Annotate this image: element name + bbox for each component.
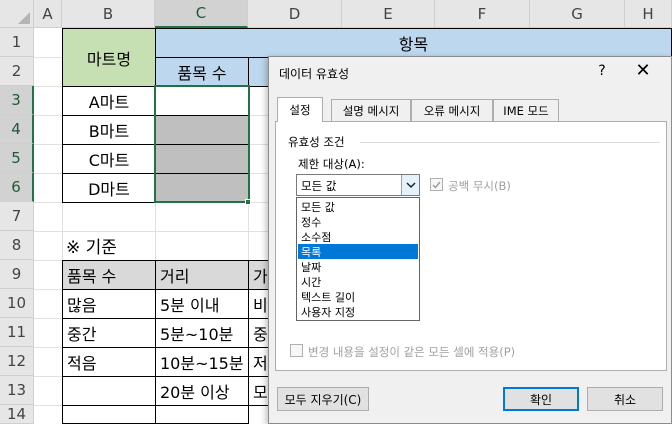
allow-select-value: 모든 값 <box>301 179 337 193</box>
criteria-header-distance[interactable]: 거리 <box>155 260 249 290</box>
item-header[interactable]: 항목 <box>155 28 672 58</box>
criteria-cell[interactable]: 중 <box>248 318 270 348</box>
criteria-cell[interactable]: 5분~10분 <box>155 318 249 348</box>
criteria-cell[interactable]: 적음 <box>62 347 156 377</box>
criteria-header-price[interactable]: 가 <box>248 260 270 290</box>
mart-cell-b[interactable]: B마트 <box>62 115 156 145</box>
ignore-blank-label: 공백 무시(B) <box>448 179 511 193</box>
row-header-3[interactable]: 3 <box>0 86 34 115</box>
row-header-10[interactable]: 10 <box>0 289 34 318</box>
row-header-4[interactable]: 4 <box>0 115 34 144</box>
criteria-title: ※ 기준 <box>66 238 117 258</box>
close-button[interactable]: ✕ <box>633 60 653 81</box>
dialog-title: 데이터 유효성 <box>279 67 350 81</box>
ignore-blank-checkbox[interactable] <box>430 178 443 191</box>
help-button[interactable]: ? <box>595 63 609 79</box>
option-date[interactable]: 날짜 <box>298 259 418 274</box>
row-header-8[interactable]: 8 <box>0 231 34 260</box>
data-validation-dialog: 데이터 유효성 ? ✕ 설정 설명 메시지 오류 메시지 IME 모드 유효성 … <box>268 56 672 424</box>
option-whole-number[interactable]: 정수 <box>298 214 418 229</box>
mart-name-header[interactable]: 마트명 <box>62 28 156 87</box>
option-any-value[interactable]: 모든 값 <box>298 199 418 214</box>
ok-button[interactable]: 확인 <box>503 387 579 411</box>
mart-cell-a[interactable]: A마트 <box>62 86 156 116</box>
criteria-cell[interactable] <box>155 405 249 424</box>
criteria-cell[interactable]: 중간 <box>62 318 156 348</box>
tab-input-message[interactable]: 설명 메시지 <box>331 99 411 121</box>
criteria-cell[interactable]: 비 <box>248 289 270 319</box>
row-header-13[interactable]: 13 <box>0 376 34 405</box>
tab-settings[interactable]: 설정 <box>277 97 323 122</box>
column-header-d[interactable]: D <box>248 0 342 28</box>
item-count-header[interactable]: 품목 수 <box>155 57 249 87</box>
row-header-12[interactable]: 12 <box>0 347 34 376</box>
apply-all-label: 변경 내용을 설정이 같은 모든 셀에 적용(P) <box>308 345 516 359</box>
column-header-g[interactable]: G <box>530 0 625 28</box>
row-header-11[interactable]: 11 <box>0 318 34 347</box>
dropdown-button[interactable] <box>401 175 419 195</box>
row-header-6[interactable]: 6 <box>0 173 34 202</box>
validation-criteria-label: 유효성 조건 <box>288 135 345 149</box>
column-header-a[interactable]: A <box>34 0 62 28</box>
group-divider <box>360 142 660 143</box>
select-all-corner[interactable] <box>0 0 34 28</box>
allow-select[interactable]: 모든 값 <box>296 174 420 196</box>
row-header-9[interactable]: 9 <box>0 260 34 289</box>
allow-options-list: 모든 값 정수 소수점 목록 날짜 시간 텍스트 길이 사용자 지정 <box>296 197 420 321</box>
close-icon: ✕ <box>635 60 651 81</box>
option-text-length[interactable]: 텍스트 길이 <box>298 289 418 304</box>
criteria-cell[interactable]: 많음 <box>62 289 156 319</box>
criteria-cell[interactable] <box>62 376 156 406</box>
row-header-7[interactable]: 7 <box>0 202 34 231</box>
option-decimal[interactable]: 소수점 <box>298 229 418 244</box>
option-time[interactable]: 시간 <box>298 274 418 289</box>
row-header-1[interactable]: 1 <box>0 28 34 57</box>
mart-cell-d[interactable]: D마트 <box>62 173 156 203</box>
criteria-cell[interactable]: 저 <box>248 347 270 377</box>
option-custom[interactable]: 사용자 지정 <box>298 304 418 319</box>
option-list[interactable]: 목록 <box>298 244 418 259</box>
selection-border <box>154 85 250 203</box>
mart-cell-c[interactable]: C마트 <box>62 144 156 174</box>
column-header-e[interactable]: E <box>342 0 435 28</box>
criteria-header-count[interactable]: 품목 수 <box>62 260 156 290</box>
row-header-5[interactable]: 5 <box>0 144 34 173</box>
row-header-14[interactable]: 14 <box>0 405 34 424</box>
cancel-button[interactable]: 취소 <box>587 387 663 411</box>
column-header-h[interactable]: H <box>625 0 672 28</box>
checkmark-icon <box>432 181 441 189</box>
criteria-cell[interactable]: 20분 이상 <box>155 376 249 406</box>
row-header-2[interactable]: 2 <box>0 57 34 86</box>
criteria-cell[interactable]: 모 <box>248 376 270 406</box>
column-header-c[interactable]: C <box>155 0 248 28</box>
tab-ime-mode[interactable]: IME 모드 <box>493 99 559 121</box>
allow-label: 제한 대상(A): <box>298 157 365 171</box>
tab-error-alert[interactable]: 오류 메시지 <box>411 99 493 121</box>
criteria-cell[interactable]: 10분~15분 <box>155 347 249 377</box>
criteria-cell[interactable] <box>62 405 156 424</box>
fill-handle[interactable] <box>245 199 251 205</box>
chevron-down-icon <box>405 181 416 188</box>
column-header-f[interactable]: F <box>435 0 530 28</box>
settings-panel: 유효성 조건 제한 대상(A): 모든 값 모든 값 정수 소수점 목록 날짜 … <box>275 121 667 371</box>
clear-all-button[interactable]: 모두 지우기(C) <box>277 387 369 411</box>
column-header-b[interactable]: B <box>62 0 155 28</box>
criteria-cell[interactable]: 5분 이내 <box>155 289 249 319</box>
apply-all-checkbox[interactable] <box>290 344 303 357</box>
